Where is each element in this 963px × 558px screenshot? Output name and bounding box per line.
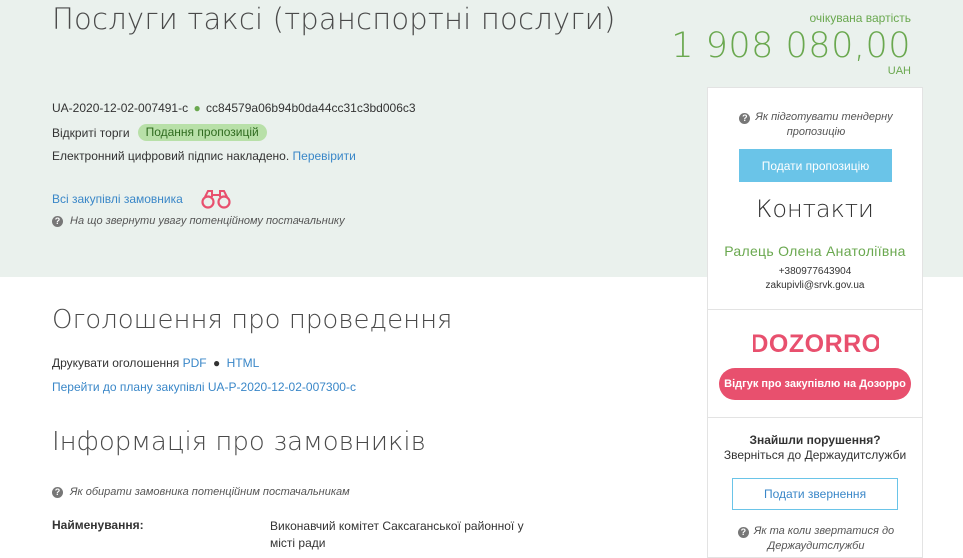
print-label: Друкувати оголошення	[52, 356, 180, 370]
page-title: Послуги таксі (транспортні послуги)	[52, 2, 616, 36]
expected-value-amount: 1 908 080,00	[671, 26, 911, 66]
print-announcement-line: Друкувати оголошення PDF ● HTML	[52, 356, 259, 370]
separator-dot: ●	[193, 101, 201, 115]
contact-name: Ралець Олена Анатоліївна	[724, 243, 906, 259]
procedure-type: Відкриті торги	[52, 125, 130, 140]
all-purchases-row: Всі закупівлі замовника	[52, 189, 233, 209]
contact-email: zakupivli@srvk.gov.ua	[765, 280, 865, 291]
separator-dot: ●	[212, 356, 221, 370]
question-circle-icon: ?	[739, 113, 751, 124]
audit-service-hint[interactable]: ? Як та коли звертатися до Держаудитслужб…	[728, 524, 904, 554]
verify-signature-link[interactable]: Перевірити	[293, 149, 356, 163]
procedure-line: Відкриті торги Подання пропозицій	[52, 124, 267, 141]
dozorro-logo: DOZORRO	[753, 330, 879, 358]
audit-service-hint-text: Як та коли звертатися до Держаудитслужби	[753, 525, 895, 552]
announcement-title: Оголошення про проведення	[52, 305, 453, 335]
violations-title: Знайшли порушення?	[749, 433, 881, 447]
all-customer-purchases-link[interactable]: Всі закупівлі замовника	[52, 192, 183, 206]
prepare-bid-hint-text: Як підготувати тендерну пропозицію	[755, 111, 893, 138]
print-pdf-link[interactable]: PDF	[183, 356, 207, 370]
prepare-bid-hint[interactable]: ? Як підготувати тендерну пропозицію	[728, 110, 904, 140]
signature-text: Електронний цифровий підпис накладено.	[52, 149, 290, 163]
dozorro-review-button[interactable]: Відгук про закупівлю на Дозорро	[719, 368, 911, 400]
question-circle-icon: ?	[52, 486, 63, 498]
currency-label: UAH	[887, 65, 911, 77]
supplier-hint[interactable]: ? На що звернути увагу потенційному пост…	[52, 215, 345, 227]
dozorro-logo-text: DOZORRO	[753, 330, 879, 358]
procurement-plan-link[interactable]: Перейти до плану закупівлі UA-P-2020-12-…	[52, 380, 356, 394]
print-html-link[interactable]: HTML	[227, 356, 260, 370]
signature-line: Електронний цифровий підпис накладено. П…	[52, 149, 356, 163]
customers-title: Інформація про замовників	[52, 427, 426, 457]
contact-phone: +380977643904	[778, 266, 852, 277]
question-circle-icon: ?	[737, 527, 749, 538]
customer-name-label: Найменування:	[52, 518, 144, 532]
binoculars-icon[interactable]	[199, 189, 233, 209]
expected-value-label: очікувана вартість	[809, 11, 912, 25]
divider	[708, 417, 922, 418]
customer-hint[interactable]: ? Як обирати замовника потенційним поста…	[52, 486, 350, 498]
supplier-hint-text: На що звернути увагу потенційному постач…	[70, 215, 345, 227]
status-badge: Подання пропозицій	[137, 124, 267, 141]
submit-bid-button[interactable]: Подати пропозицію	[739, 149, 892, 182]
customer-name-value: Виконавчий комітет Саксаганської районно…	[270, 519, 524, 550]
violations-subtitle: Зверніться до Держаудитслужби	[723, 448, 907, 462]
question-circle-icon: ?	[52, 215, 63, 227]
sidebar: ? Як підготувати тендерну пропозицію Пода…	[707, 87, 923, 558]
divider	[708, 309, 922, 310]
tender-hash: cc84579a06b94b0da44cc31c3bd006c3	[206, 101, 416, 115]
submit-complaint-button[interactable]: Подати звернення	[732, 478, 898, 510]
customer-hint-text: Як обирати замовника потенційним постача…	[70, 486, 350, 498]
tender-id: UA-2020-12-02-007491-c	[52, 101, 189, 115]
contacts-title: Контакти	[756, 195, 874, 223]
tender-id-line: UA-2020-12-02-007491-c ● cc84579a06b94b0…	[52, 101, 416, 115]
